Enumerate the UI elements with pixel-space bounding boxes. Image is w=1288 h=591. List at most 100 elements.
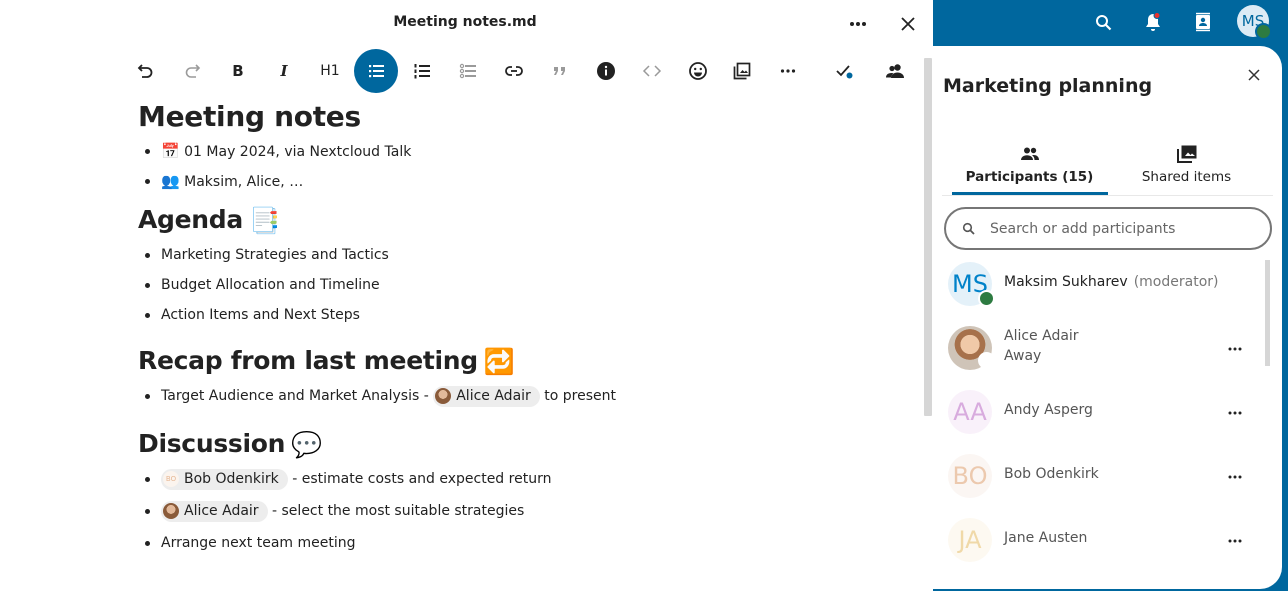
link-icon xyxy=(505,66,523,76)
code-block-button[interactable] xyxy=(630,49,674,93)
italic-icon: I xyxy=(280,62,288,80)
tab-label: Shared items xyxy=(1141,169,1232,185)
shared-media-icon xyxy=(1176,145,1196,163)
participant-avatar: JA xyxy=(948,518,992,562)
discussion-list: BO Bob Odenkirk - estimate costs and expe… xyxy=(138,464,898,558)
participant-actions-button[interactable] xyxy=(1220,526,1250,556)
participant-list-scrollbar[interactable] xyxy=(1265,260,1270,366)
users-icon xyxy=(886,64,904,78)
participant-name: Bob Odenkirk xyxy=(1004,466,1099,482)
participant-actions-button[interactable] xyxy=(1220,462,1250,492)
conversation-sidebar: Marketing planning Participants (15) Sha… xyxy=(933,46,1282,589)
list-item: Alice Adair - select the most suitable s… xyxy=(138,496,898,528)
list-item: Target Audience and Market Analysis - Al… xyxy=(138,381,898,411)
list-item: Marketing Strategies and Tactics xyxy=(138,240,898,270)
avatar-initials: AA xyxy=(953,398,987,426)
bullet-list-button[interactable] xyxy=(354,49,398,93)
item-text: - estimate costs and expected return xyxy=(292,471,552,487)
list-item: Budget Allocation and Timeline xyxy=(138,270,898,300)
participant-row[interactable]: JA Jane Austen xyxy=(933,508,1263,572)
participant-actions-button[interactable] xyxy=(1220,334,1250,364)
link-button[interactable] xyxy=(492,49,536,93)
active-sessions-button[interactable] xyxy=(873,49,917,93)
mention-name: Alice Adair xyxy=(456,387,531,404)
mention-chip[interactable]: BO Bob Odenkirk xyxy=(161,468,288,490)
numbered-list-button[interactable] xyxy=(400,49,444,93)
participant-row[interactable]: BO Bob Odenkirk xyxy=(933,444,1263,508)
participant-row[interactable]: AA Andy Asperg xyxy=(933,380,1263,444)
code-icon xyxy=(642,65,662,77)
participant-row[interactable]: Alice Adair Away xyxy=(933,316,1263,380)
heading-button[interactable]: H1 xyxy=(308,49,352,93)
task-list-button[interactable] xyxy=(446,49,490,93)
more-actions-button[interactable] xyxy=(842,8,874,40)
repeat-icon: 🔁 xyxy=(483,347,515,376)
people-icon xyxy=(1020,147,1039,160)
text-editor-panel: Meeting notes.md B I H1 Meeting notes 📅 … xyxy=(0,0,933,591)
participant-name: Andy Asperg xyxy=(1004,402,1093,418)
bold-button[interactable]: B xyxy=(216,49,260,93)
mention-chip[interactable]: Alice Adair xyxy=(161,500,268,522)
participant-name: Alice Adair xyxy=(1004,328,1079,344)
participant-name: Maksim Sukharev (moderator) xyxy=(1004,274,1218,290)
heading-text: Agenda xyxy=(138,205,243,234)
heading-text: Recap from last meeting xyxy=(138,346,478,375)
user-avatar: BO xyxy=(163,471,179,487)
more-horizontal-icon xyxy=(1228,347,1242,351)
participant-search-field[interactable] xyxy=(944,207,1272,250)
callout-button[interactable] xyxy=(584,49,628,93)
item-text: to present xyxy=(544,388,616,404)
online-status-icon xyxy=(1255,23,1272,40)
insert-image-button[interactable] xyxy=(720,49,764,93)
file-title: Meeting notes.md xyxy=(393,14,537,30)
notifications-button[interactable] xyxy=(1137,6,1169,38)
list-item: Action Items and Next Steps xyxy=(138,300,898,330)
editor-scrollbar[interactable] xyxy=(924,58,932,416)
close-sidebar-button[interactable] xyxy=(1239,60,1269,90)
more-horizontal-icon xyxy=(1228,475,1242,479)
calendar-icon: 📅 xyxy=(161,142,180,160)
redo-button[interactable] xyxy=(170,49,214,93)
redo-icon xyxy=(185,64,201,78)
participant-actions-button[interactable] xyxy=(1220,398,1250,428)
blockquote-button[interactable] xyxy=(538,49,582,93)
contacts-icon xyxy=(1196,12,1210,32)
mention-chip[interactable]: Alice Adair xyxy=(433,385,540,407)
avatar-initials: JA xyxy=(958,526,982,554)
formatting-toolbar: B I H1 xyxy=(124,49,924,93)
online-status-icon xyxy=(978,290,995,307)
tab-shared-items[interactable]: Shared items xyxy=(1109,143,1264,195)
document-title: Meeting notes xyxy=(138,100,361,133)
participant-avatar: BO xyxy=(948,454,992,498)
emoji-icon xyxy=(689,62,707,80)
search-icon xyxy=(962,222,975,235)
participant-search-input[interactable] xyxy=(990,220,1250,237)
close-editor-button[interactable] xyxy=(892,8,924,40)
italic-button[interactable]: I xyxy=(262,49,306,93)
participant-role: (moderator) xyxy=(1133,274,1219,290)
contacts-button[interactable] xyxy=(1187,6,1219,38)
tab-participants[interactable]: Participants (15) xyxy=(952,143,1107,195)
item-text: - select the most suitable strategies xyxy=(272,503,525,519)
check-saved-icon xyxy=(836,65,853,79)
recap-list: Target Audience and Market Analysis - Al… xyxy=(138,381,898,411)
name-text: Maksim Sukharev xyxy=(1004,274,1128,290)
emoji-picker-button[interactable] xyxy=(676,49,720,93)
more-horizontal-icon xyxy=(850,22,866,26)
discussion-heading: Discussion 💬 xyxy=(138,425,898,464)
conversation-title: Marketing planning xyxy=(943,75,1153,97)
more-horizontal-icon xyxy=(780,69,796,73)
participant-row[interactable]: MS Maksim Sukharev (moderator) xyxy=(933,252,1263,316)
agenda-list: Marketing Strategies and Tactics Budget … xyxy=(138,240,898,330)
more-formatting-button[interactable] xyxy=(766,49,810,93)
undo-button[interactable] xyxy=(124,49,168,93)
meeting-date-text: 01 May 2024, via Nextcloud Talk xyxy=(184,144,412,160)
tab-label: Participants (15) xyxy=(965,169,1094,185)
bookmark-tabs-icon: 📑 xyxy=(248,206,280,235)
user-avatar xyxy=(163,503,179,519)
save-status-button[interactable] xyxy=(822,49,866,93)
document-content[interactable]: Meeting notes 📅 01 May 2024, via Nextclo… xyxy=(138,96,898,558)
list-item: 📅 01 May 2024, via Nextcloud Talk xyxy=(138,136,898,166)
unified-search-button[interactable] xyxy=(1087,6,1119,38)
list-item: Arrange next team meeting xyxy=(138,528,898,558)
